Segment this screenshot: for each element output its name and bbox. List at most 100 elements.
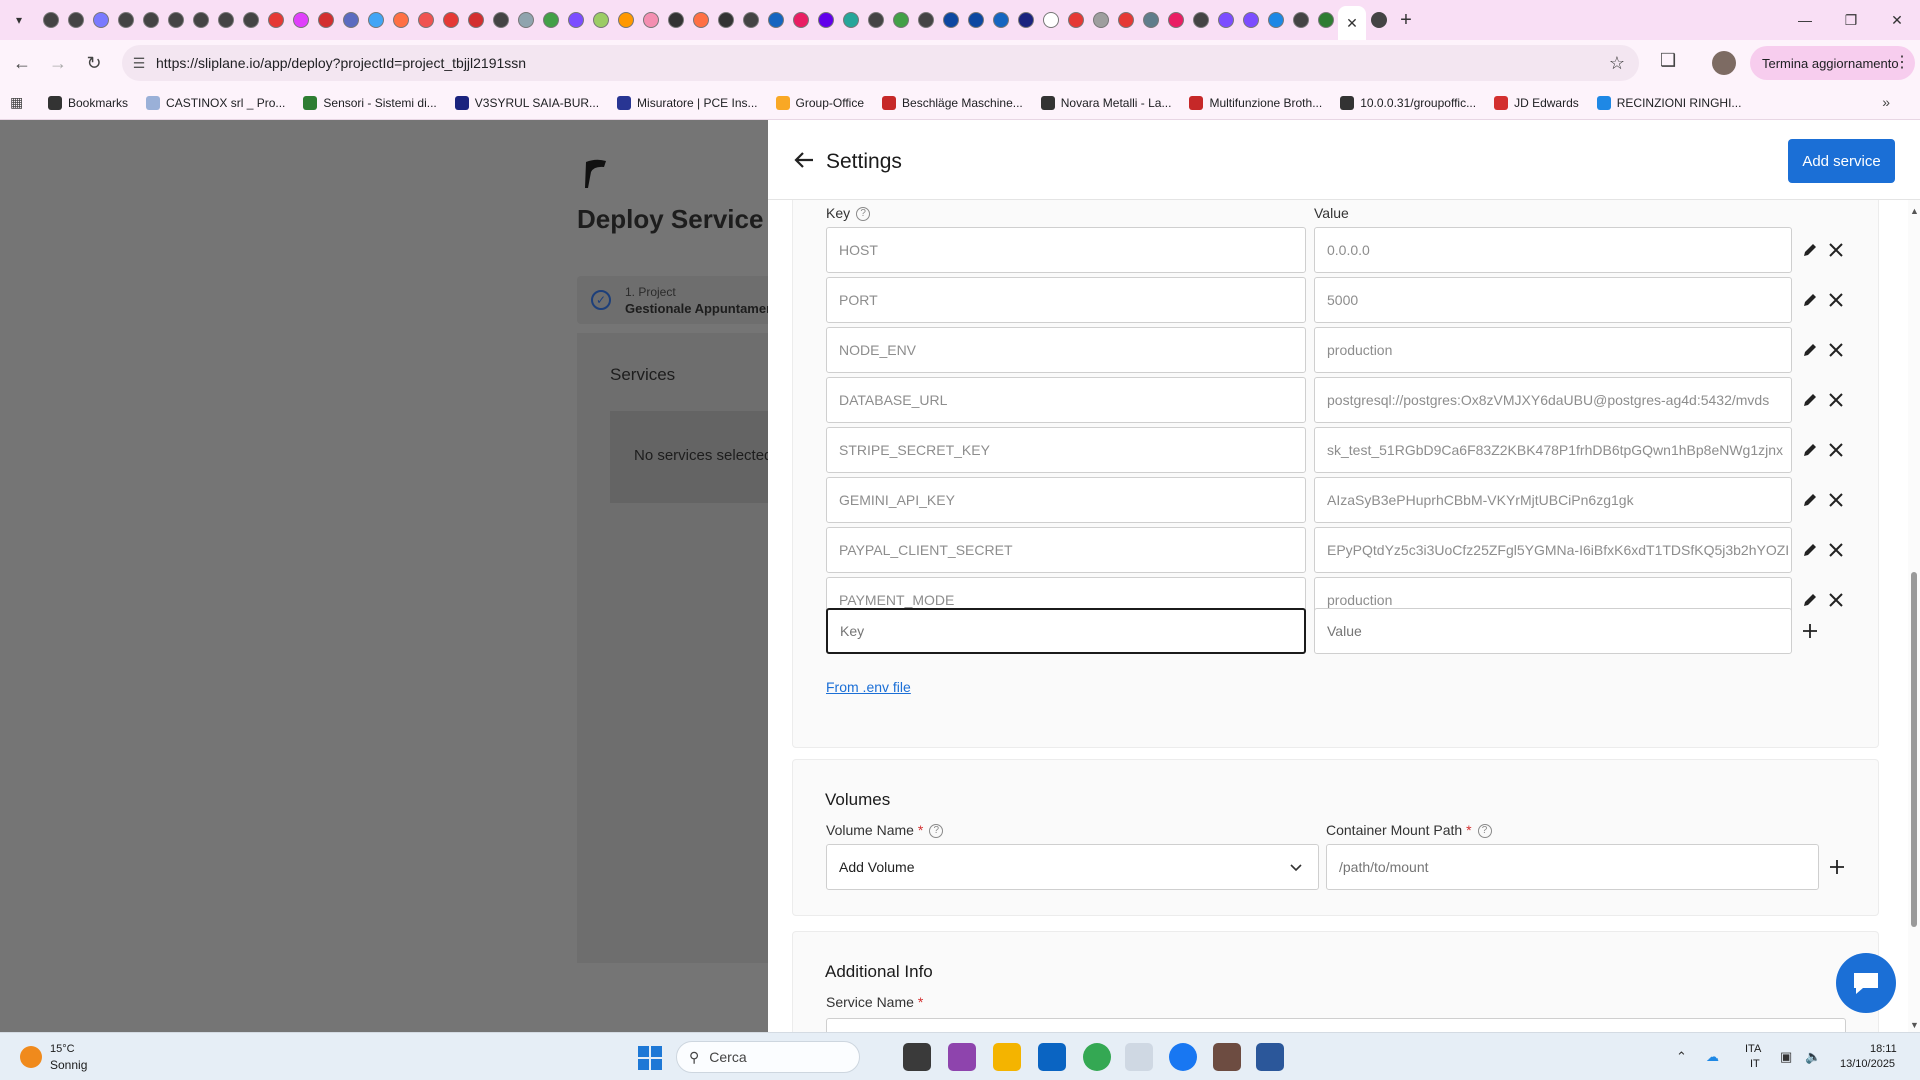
env-value-field[interactable]: postgresql://postgres:Ox8zVMJXY6daUBU@po… (1314, 377, 1792, 423)
tab[interactable] (638, 0, 663, 40)
bookmark-item[interactable]: Bookmarks (48, 95, 128, 110)
edit-pencil-icon[interactable] (1800, 240, 1820, 260)
env-key-field[interactable]: HOST (826, 227, 1306, 273)
help-icon[interactable]: ? (1477, 824, 1492, 839)
weather-description[interactable]: Sonnig (50, 1058, 87, 1072)
facebook-icon[interactable] (1169, 1043, 1197, 1071)
shopping-bag-icon[interactable] (1213, 1043, 1241, 1071)
weather-temperature[interactable]: 15°C (50, 1043, 75, 1055)
close-icon[interactable]: ✕ (1346, 15, 1358, 32)
delete-x-icon[interactable] (1826, 390, 1846, 410)
drawer-scrollbar[interactable]: ▲ ▼ (1908, 200, 1920, 1032)
tab[interactable] (1366, 0, 1391, 40)
delete-x-icon[interactable] (1826, 340, 1846, 360)
clock-time[interactable]: 18:11 (1870, 1043, 1897, 1055)
maximize-button[interactable]: ❐ (1828, 0, 1874, 40)
tab[interactable] (63, 0, 88, 40)
bookmark-item[interactable]: Group-Office (775, 95, 864, 110)
env-key-field[interactable]: GEMINI_API_KEY (826, 477, 1306, 523)
help-icon[interactable]: ? (929, 824, 944, 839)
tab[interactable] (113, 0, 138, 40)
bookmark-item[interactable]: Sensori - Sistemi di... (303, 95, 437, 110)
bookmark-item[interactable]: Novara Metalli - La... (1040, 95, 1171, 110)
network-icon[interactable]: ▣ (1780, 1049, 1792, 1065)
edit-pencil-icon[interactable] (1800, 340, 1820, 360)
minimize-button[interactable]: — (1782, 0, 1828, 40)
tab[interactable] (613, 0, 638, 40)
tab[interactable] (488, 0, 513, 40)
outlook-icon[interactable] (1038, 1043, 1066, 1071)
new-env-value-input[interactable] (1314, 608, 1792, 654)
env-value-field[interactable]: sk_test_51RGbD9Ca6F83Z2KBK478P1frhDB6tpG… (1314, 427, 1792, 473)
drawer-scroll-body[interactable]: Key? Value HOST 0.0.0.0 PORT 5000 NODE_ENV pr… (768, 200, 1908, 1032)
tab[interactable] (213, 0, 238, 40)
new-env-key-input[interactable] (826, 608, 1306, 654)
tab[interactable] (38, 0, 63, 40)
tab[interactable] (238, 0, 263, 40)
extensions-icon[interactable]: ❑ (1660, 50, 1676, 71)
address-bar[interactable]: ☰ https://sliplane.io/app/deploy?project… (122, 45, 1639, 81)
tab[interactable] (538, 0, 563, 40)
add-service-button[interactable]: Add service (1788, 139, 1895, 183)
tab[interactable] (838, 0, 863, 40)
tab-search-icon[interactable]: ▾ (0, 0, 38, 40)
add-env-icon[interactable] (1800, 621, 1820, 641)
help-icon[interactable]: ? (856, 207, 871, 222)
env-value-field[interactable]: 0.0.0.0 (1314, 227, 1792, 273)
edit-pencil-icon[interactable] (1800, 590, 1820, 610)
search-app-icon[interactable] (1125, 1043, 1153, 1071)
edit-pencil-icon[interactable] (1800, 290, 1820, 310)
tab[interactable] (1038, 0, 1063, 40)
tab[interactable] (1313, 0, 1338, 40)
tab[interactable] (763, 0, 788, 40)
tab[interactable] (1113, 0, 1138, 40)
bookmark-item[interactable]: Multifunzione Broth... (1189, 95, 1322, 110)
reload-button[interactable]: ↻ (76, 45, 112, 81)
edit-pencil-icon[interactable] (1800, 540, 1820, 560)
tab[interactable] (563, 0, 588, 40)
tab[interactable] (513, 0, 538, 40)
sun-icon[interactable] (20, 1046, 42, 1068)
tab[interactable] (688, 0, 713, 40)
back-button[interactable]: ← (4, 45, 40, 81)
tab[interactable] (138, 0, 163, 40)
tab[interactable] (1138, 0, 1163, 40)
delete-x-icon[interactable] (1826, 540, 1846, 560)
clock-date[interactable]: 13/10/2025 (1840, 1058, 1895, 1070)
scroll-thumb[interactable] (1911, 572, 1917, 927)
tab[interactable] (1163, 0, 1188, 40)
update-button[interactable]: Termina aggiornamento (1750, 46, 1915, 80)
tab[interactable] (863, 0, 888, 40)
close-window-button[interactable]: ✕ (1874, 0, 1920, 40)
tab[interactable] (363, 0, 388, 40)
new-tab-button[interactable]: + (1391, 0, 1421, 40)
tab[interactable] (1213, 0, 1238, 40)
env-key-field[interactable]: NODE_ENV (826, 327, 1306, 373)
tab[interactable] (413, 0, 438, 40)
tab[interactable] (963, 0, 988, 40)
tab[interactable] (338, 0, 363, 40)
edit-pencil-icon[interactable] (1800, 390, 1820, 410)
tab[interactable] (788, 0, 813, 40)
tab[interactable] (938, 0, 963, 40)
more-bookmarks-icon[interactable]: » (1882, 94, 1890, 110)
env-value-field[interactable]: production (1314, 327, 1792, 373)
word-icon[interactable] (1256, 1043, 1284, 1071)
tray-chevron-up-icon[interactable]: ⌃ (1676, 1049, 1687, 1065)
tab[interactable] (1088, 0, 1113, 40)
tab[interactable] (888, 0, 913, 40)
task-view-icon[interactable] (903, 1043, 931, 1071)
site-info-icon[interactable]: ☰ (122, 55, 156, 72)
tab[interactable] (1263, 0, 1288, 40)
tab[interactable] (813, 0, 838, 40)
onedrive-icon[interactable]: ☁ (1706, 1049, 1719, 1065)
profile-avatar[interactable] (1712, 51, 1736, 75)
volume-icon[interactable]: 🔈 (1805, 1049, 1821, 1065)
tab[interactable] (713, 0, 738, 40)
mount-path-input[interactable] (1326, 844, 1819, 890)
tab[interactable] (1238, 0, 1263, 40)
keyboard-layout-indicator[interactable]: IT (1750, 1058, 1760, 1070)
tab[interactable] (88, 0, 113, 40)
edit-pencil-icon[interactable] (1800, 490, 1820, 510)
tab[interactable] (438, 0, 463, 40)
